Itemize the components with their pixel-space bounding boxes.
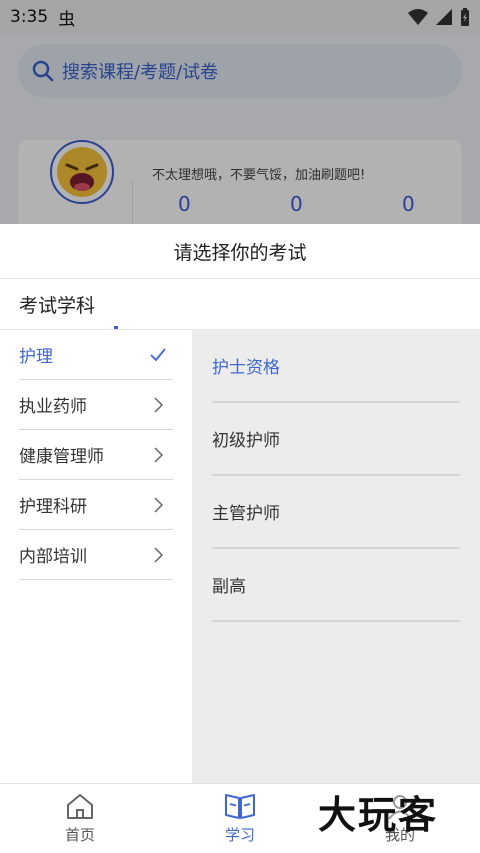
- subject-item-label: 护理科研: [19, 497, 87, 517]
- tab-home[interactable]: 首页: [20, 784, 140, 853]
- subject-item-label: 健康管理师: [19, 447, 104, 467]
- subject-item-label: 执业药师: [19, 397, 87, 417]
- exam-item[interactable]: 初级护师: [212, 403, 460, 476]
- bottom-tab-bar: 首页 学习 我的 大玩客: [0, 783, 480, 853]
- subject-item-health-manager[interactable]: 健康管理师: [19, 430, 173, 480]
- tab-label: 首页: [64, 826, 95, 844]
- tab-study[interactable]: 学习: [180, 784, 300, 853]
- subject-tab-indicator: [114, 326, 118, 329]
- exam-list: 护士资格 初级护师 主管护师 副高: [192, 330, 480, 783]
- subject-item-pharmacist[interactable]: 执业药师: [19, 380, 173, 430]
- exam-item[interactable]: 主管护师: [212, 476, 460, 549]
- subject-item-label: 内部培训: [19, 547, 87, 567]
- subject-item-label: 护理: [19, 347, 53, 367]
- chevron-right-icon: [154, 497, 164, 513]
- watermark: 大玩客: [318, 793, 439, 837]
- exam-item[interactable]: 副高: [212, 549, 460, 622]
- chevron-right-icon: [154, 447, 164, 463]
- book-icon: [225, 794, 255, 819]
- exam-item[interactable]: 护士资格: [212, 330, 460, 403]
- subject-list: 护理 执业药师 健康管理师 护理科研 内部培训: [0, 330, 192, 783]
- subject-item-nursing[interactable]: 护理: [19, 330, 173, 380]
- chevron-right-icon: [154, 547, 164, 563]
- subject-item-nursing-research[interactable]: 护理科研: [19, 480, 173, 530]
- tab-label: 学习: [224, 826, 255, 844]
- subject-header: 考试学科: [0, 280, 480, 330]
- dim-overlay[interactable]: [0, 0, 480, 224]
- sheet-title: 请选择你的考试: [0, 224, 480, 279]
- checkmark-icon: [150, 348, 166, 362]
- exam-picker-sheet: 请选择你的考试 考试学科 护理 执业药师 健康管理师 护理科研 内部培训 护士资…: [0, 224, 480, 783]
- chevron-right-icon: [154, 397, 164, 413]
- subject-item-internal-training[interactable]: 内部培训: [19, 530, 173, 580]
- home-icon: [67, 794, 93, 819]
